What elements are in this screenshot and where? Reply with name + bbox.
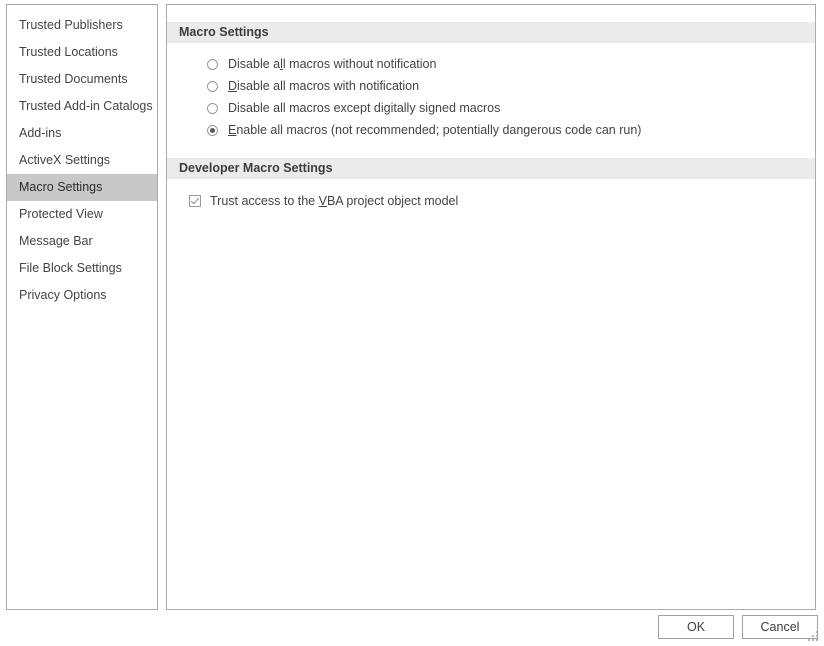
checkbox-icon[interactable] <box>189 195 201 207</box>
sidebar-item-trusted-publishers[interactable]: Trusted Publishers <box>7 12 157 39</box>
macro-option-row-2[interactable]: Disable all macros with notification <box>167 75 815 97</box>
macro-option-label-3: Disable all macros except digitally sign… <box>228 101 501 115</box>
macro-option-label-2: Disable all macros with notification <box>228 79 420 93</box>
macro-option-row-1[interactable]: Disable all macros without notification <box>167 53 815 75</box>
sidebar-item-trusted-add-in-catalogs[interactable]: Trusted Add-in Catalogs <box>7 93 157 120</box>
sidebar-item-macro-settings[interactable]: Macro Settings <box>7 174 157 201</box>
macro-settings-content-panel: Macro Settings Disable all macros withou… <box>166 4 816 610</box>
radio-button-icon[interactable] <box>207 80 218 92</box>
accelerator-char: E <box>228 123 237 137</box>
cancel-button[interactable]: Cancel <box>742 615 818 639</box>
radio-button-icon[interactable] <box>207 58 218 70</box>
accelerator-char: l <box>280 57 283 71</box>
trust-vba-access-label: Trust access to the VBA project object m… <box>210 194 459 208</box>
sidebar-item-trusted-locations[interactable]: Trusted Locations <box>7 39 157 66</box>
radio-button-icon[interactable] <box>207 124 218 136</box>
sidebar-item-privacy-options[interactable]: Privacy Options <box>7 282 157 309</box>
accelerator-char: V <box>318 194 327 208</box>
sidebar-item-add-ins[interactable]: Add-ins <box>7 120 157 147</box>
resize-grip-icon[interactable] <box>808 631 819 642</box>
macro-settings-section-header: Macro Settings <box>167 22 815 43</box>
sidebar-item-protected-view[interactable]: Protected View <box>7 201 157 228</box>
sidebar-nav-list: Trusted Publishers Trusted Locations Trust… <box>7 5 157 309</box>
macro-option-label-1: Disable all macros without notification <box>228 57 437 71</box>
sidebar-item-activex-settings[interactable]: ActiveX Settings <box>7 147 157 174</box>
sidebar-item-message-bar[interactable]: Message Bar <box>7 228 157 255</box>
accelerator-char: D <box>228 79 238 93</box>
macro-option-row-4[interactable]: Enable all macros (not recommended; pote… <box>167 119 815 141</box>
sidebar-item-trusted-documents[interactable]: Trusted Documents <box>7 66 157 93</box>
settings-category-sidebar: Trusted Publishers Trusted Locations Trust… <box>6 4 158 610</box>
trust-vba-access-checkbox-row[interactable]: Trust access to the VBA project object m… <box>167 190 815 212</box>
accelerator-char: g <box>383 101 391 115</box>
ok-button[interactable]: OK <box>658 615 734 639</box>
radio-button-icon[interactable] <box>207 102 218 114</box>
developer-macro-settings-section-header: Developer Macro Settings <box>167 158 815 179</box>
macro-option-label-4: Enable all macros (not recommended; pote… <box>228 123 642 137</box>
macro-settings-radio-group: Disable all macros without notification D… <box>167 43 815 141</box>
macro-option-row-3[interactable]: Disable all macros except digitally sign… <box>167 97 815 119</box>
sidebar-item-file-block-settings[interactable]: File Block Settings <box>7 255 157 282</box>
